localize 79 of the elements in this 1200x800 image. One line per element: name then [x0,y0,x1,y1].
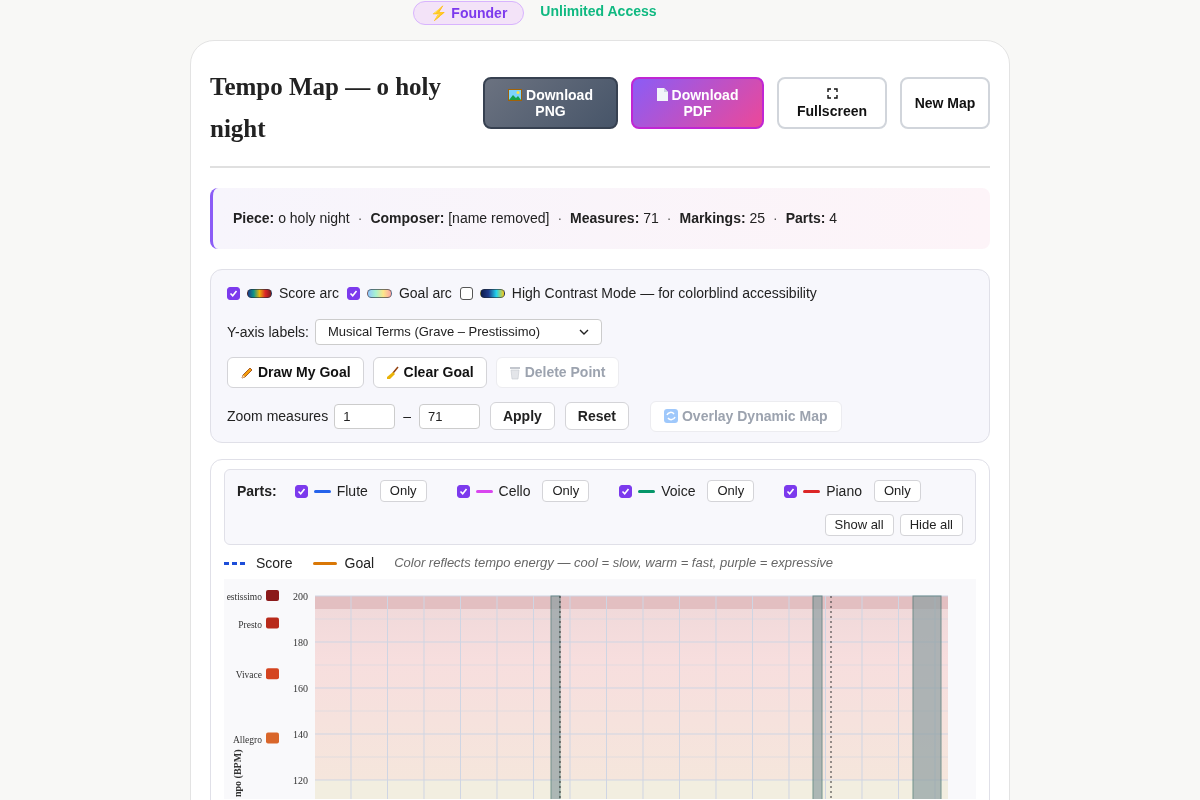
goal-button[interactable]: Clear Goal [372,357,487,388]
show-all-button[interactable]: Show all [824,514,894,536]
checkbox[interactable] [456,484,470,498]
select-label: Y-axis labels: [227,322,309,342]
info-item: Markings: 25 [679,209,766,228]
check-icon [458,486,468,496]
trash-icon [508,365,521,380]
toggle-label: Score arc [279,283,339,303]
only-button[interactable]: Only [874,480,921,502]
page-title: Tempo Map — o holy night [210,72,443,144]
toggle-label: High Contrast Mode — for colorblind accessibility [511,283,817,303]
gradient-swatch-icon [247,288,272,298]
tempo-term-label: Presto [238,619,262,630]
solid-line-icon [312,561,337,565]
only-button[interactable]: Only [707,480,755,502]
separator-dot: · [357,209,363,228]
check-icon [621,486,631,496]
checkbox[interactable] [459,286,473,300]
y-tick-label: 160 [293,683,308,694]
apply-button[interactable]: Apply [489,402,555,430]
separator-dot: · [773,209,778,228]
check-icon [786,486,796,496]
axis-title: npo (BPM) [232,749,243,797]
checkbox[interactable] [619,484,633,498]
checkbox[interactable] [294,484,308,498]
zoom-label: Zoom measures [227,406,329,426]
dashed-line-icon [224,561,248,565]
only-button[interactable]: Only [542,480,590,502]
check-icon [296,486,306,496]
y-tick-label: 180 [293,637,308,648]
part-name: Flute [336,481,368,501]
separator-dot: · [557,209,563,228]
zoom-to-field[interactable]: 71 [418,403,480,429]
fullscreen-button[interactable]: Fullscreen [777,77,887,129]
zoom-from-field[interactable]: 1 [334,403,396,429]
y-axis-select[interactable]: Musical Terms (Grave – Prestissimo) [315,319,602,345]
header-button[interactable]: Download PNG [483,77,618,129]
check-icon [348,288,358,298]
legend-note: Color reflects tempo energy — cool = slow, warm = fast, purple = expressive [394,554,834,573]
info-item: Composer: [name removed] [370,209,550,228]
tempo-term-label: estissimo [226,592,262,602]
access-label: Unlimited Access [540,2,657,21]
broom-icon [385,365,400,380]
part-name: Piano [826,481,862,501]
range-dash: – [403,406,411,426]
legend-label: Score [256,553,293,573]
separator-dot: · [666,209,672,228]
checkbox[interactable] [227,286,240,300]
repeat-icon [664,409,678,423]
pencil-icon [240,365,254,380]
y-tick-label: 140 [293,729,308,740]
info-item: Parts: 4 [785,209,838,228]
founder-badge: ⚡ Founder [413,1,525,25]
part-name: Voice [661,481,696,501]
document-icon [656,88,668,101]
gradient-swatch-icon [366,288,392,298]
tempo-term-label: Allegro [232,734,262,745]
info-item: Measures: 71 [570,209,659,228]
goal-button[interactable]: Draw My Goal [227,357,364,388]
hide-all-button[interactable]: Hide all [899,514,963,536]
legend-label: Goal [344,553,375,573]
gradient-swatch-icon [479,288,505,298]
checkbox[interactable] [346,286,360,300]
header-button[interactable]: Download PDF [631,77,764,129]
image-icon [508,89,523,101]
info-item: Piece: o holy night [233,209,350,228]
parts-label: Parts: [237,481,277,501]
reset-button[interactable]: Reset [564,402,629,430]
y-tick-label: 200 [293,591,308,602]
checkbox[interactable] [784,484,798,498]
toggle-label: Goal arc [398,283,452,303]
header-button[interactable]: New Map [900,77,990,129]
part-name: Cello [498,481,531,501]
y-tick-label: 120 [293,775,308,786]
tempo-term-label: Vivace [235,670,262,681]
check-icon [229,288,238,298]
only-button[interactable]: Only [379,480,427,502]
chevron-down-icon [579,329,589,335]
fullscreen-icon [826,87,838,99]
